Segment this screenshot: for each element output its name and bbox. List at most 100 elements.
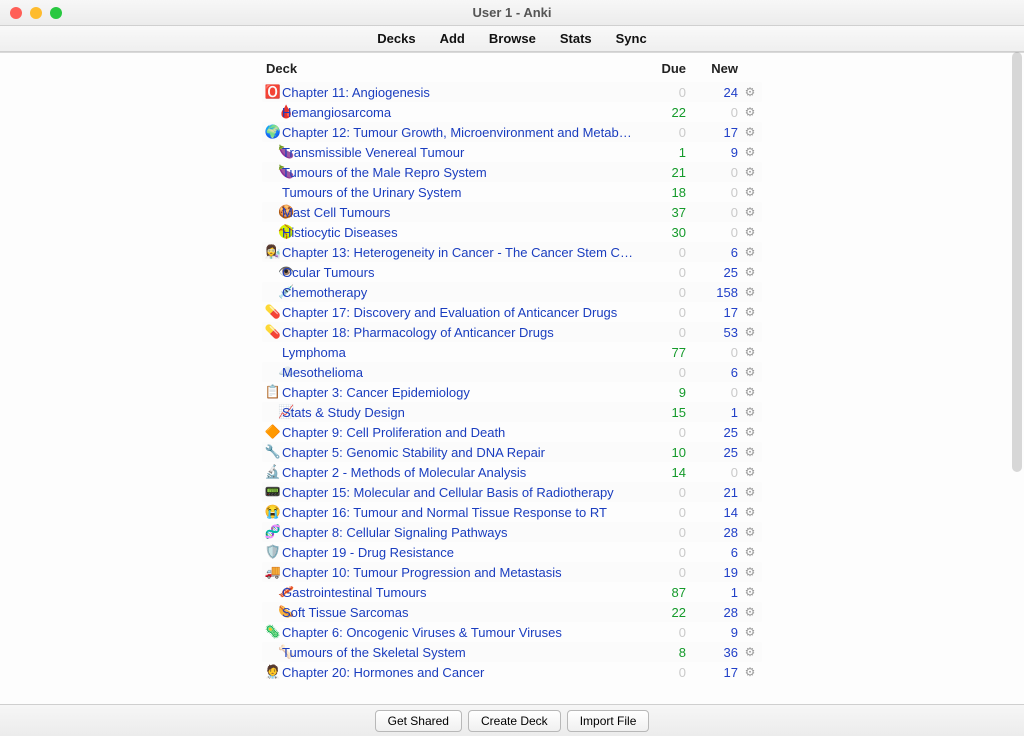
- deck-row[interactable]: 🔧Chapter 5: Genomic Stability and DNA Re…: [262, 442, 762, 462]
- deck-row[interactable]: 🌭Soft Tissue Sarcomas2228⚙: [262, 602, 762, 622]
- deck-name[interactable]: Chapter 18: Pharmacology of Anticancer D…: [282, 325, 634, 340]
- menu-decks[interactable]: Decks: [377, 31, 415, 46]
- deck-name[interactable]: Tumours of the Male Repro System: [282, 165, 634, 180]
- deck-name[interactable]: Chapter 3: Cancer Epidemiology: [282, 385, 634, 400]
- gear-icon[interactable]: ⚙: [738, 585, 762, 599]
- gear-icon[interactable]: ⚙: [738, 305, 762, 319]
- gear-icon[interactable]: ⚙: [738, 445, 762, 459]
- gear-icon[interactable]: ⚙: [738, 125, 762, 139]
- deck-row[interactable]: 📋Chapter 3: Cancer Epidemiology90⚙: [262, 382, 762, 402]
- deck-list-scroll[interactable]: Deck Due New 🅾️Chapter 11: Angiogenesis0…: [0, 52, 1024, 704]
- deck-row[interactable]: 💊Chapter 17: Discovery and Evaluation of…: [262, 302, 762, 322]
- deck-name[interactable]: Chapter 15: Molecular and Cellular Basis…: [282, 485, 634, 500]
- gear-icon[interactable]: ⚙: [738, 205, 762, 219]
- deck-row[interactable]: 💊Chapter 18: Pharmacology of Anticancer …: [262, 322, 762, 342]
- gear-icon[interactable]: ⚙: [738, 345, 762, 359]
- deck-name[interactable]: Chapter 17: Discovery and Evaluation of …: [282, 305, 634, 320]
- gear-icon[interactable]: ⚙: [738, 285, 762, 299]
- deck-row[interactable]: 👩‍🔬Chapter 13: Heterogeneity in Cancer -…: [262, 242, 762, 262]
- menu-add[interactable]: Add: [440, 31, 465, 46]
- deck-name[interactable]: Chapter 8: Cellular Signaling Pathways: [282, 525, 634, 540]
- deck-row[interactable]: 🍆Tumours of the Male Repro System210⚙: [262, 162, 762, 182]
- deck-name[interactable]: Mast Cell Tumours: [282, 205, 634, 220]
- deck-name[interactable]: Chapter 2 - Methods of Molecular Analysi…: [282, 465, 634, 480]
- gear-icon[interactable]: ⚙: [738, 485, 762, 499]
- deck-row[interactable]: Tumours of the Urinary System180⚙: [262, 182, 762, 202]
- deck-name[interactable]: Chapter 20: Hormones and Cancer: [282, 665, 634, 680]
- deck-row[interactable]: 🍪Mast Cell Tumours370⚙: [262, 202, 762, 222]
- deck-row[interactable]: 🧑‍⚕️Chapter 20: Hormones and Cancer017⚙: [262, 662, 762, 682]
- get-shared-button[interactable]: Get Shared: [375, 710, 462, 732]
- deck-row[interactable]: 📈Stats & Study Design151⚙: [262, 402, 762, 422]
- deck-name[interactable]: Chapter 5: Genomic Stability and DNA Rep…: [282, 445, 634, 460]
- deck-row[interactable]: 🥓Gastrointestinal Tumours871⚙: [262, 582, 762, 602]
- deck-row[interactable]: 🧬Chapter 8: Cellular Signaling Pathways0…: [262, 522, 762, 542]
- menu-sync[interactable]: Sync: [616, 31, 647, 46]
- deck-row[interactable]: Lymphoma770⚙: [262, 342, 762, 362]
- deck-name[interactable]: Stats & Study Design: [282, 405, 634, 420]
- gear-icon[interactable]: ⚙: [738, 545, 762, 559]
- deck-name[interactable]: Chapter 16: Tumour and Normal Tissue Res…: [282, 505, 634, 520]
- menu-browse[interactable]: Browse: [489, 31, 536, 46]
- gear-icon[interactable]: ⚙: [738, 225, 762, 239]
- deck-row[interactable]: 🩸Hemangiosarcoma220⚙: [262, 102, 762, 122]
- deck-name[interactable]: Chapter 13: Heterogeneity in Cancer - Th…: [282, 245, 634, 260]
- deck-row[interactable]: 🛡️Chapter 19 - Drug Resistance06⚙: [262, 542, 762, 562]
- gear-icon[interactable]: ⚙: [738, 245, 762, 259]
- gear-icon[interactable]: ⚙: [738, 265, 762, 279]
- deck-row[interactable]: 😭Chapter 16: Tumour and Normal Tissue Re…: [262, 502, 762, 522]
- deck-name[interactable]: Histiocytic Diseases: [282, 225, 634, 240]
- import-file-button[interactable]: Import File: [567, 710, 650, 732]
- deck-row[interactable]: 🦴Tumours of the Skeletal System836⚙: [262, 642, 762, 662]
- gear-icon[interactable]: ⚙: [738, 465, 762, 479]
- gear-icon[interactable]: ⚙: [738, 565, 762, 579]
- deck-row[interactable]: 🅾️Chapter 11: Angiogenesis024⚙: [262, 82, 762, 102]
- deck-row[interactable]: 📟Chapter 15: Molecular and Cellular Basi…: [262, 482, 762, 502]
- gear-icon[interactable]: ⚙: [738, 185, 762, 199]
- scrollbar-thumb[interactable]: [1012, 52, 1022, 472]
- deck-row[interactable]: 💉Chemotherapy0158⚙: [262, 282, 762, 302]
- create-deck-button[interactable]: Create Deck: [468, 710, 561, 732]
- gear-icon[interactable]: ⚙: [738, 505, 762, 519]
- menu-stats[interactable]: Stats: [560, 31, 592, 46]
- deck-name[interactable]: Chapter 9: Cell Proliferation and Death: [282, 425, 634, 440]
- deck-row[interactable]: 🦠Chapter 6: Oncogenic Viruses & Tumour V…: [262, 622, 762, 642]
- gear-icon[interactable]: ⚙: [738, 325, 762, 339]
- gear-icon[interactable]: ⚙: [738, 405, 762, 419]
- deck-row[interactable]: 🚚Chapter 10: Tumour Progression and Meta…: [262, 562, 762, 582]
- deck-name[interactable]: Chemotherapy: [282, 285, 634, 300]
- deck-name[interactable]: Chapter 19 - Drug Resistance: [282, 545, 634, 560]
- deck-name[interactable]: Gastrointestinal Tumours: [282, 585, 634, 600]
- deck-row[interactable]: 🌍Chapter 12: Tumour Growth, Microenviron…: [262, 122, 762, 142]
- gear-icon[interactable]: ⚙: [738, 425, 762, 439]
- deck-name[interactable]: Tumours of the Urinary System: [282, 185, 634, 200]
- gear-icon[interactable]: ⚙: [738, 525, 762, 539]
- deck-name[interactable]: Ocular Tumours: [282, 265, 634, 280]
- deck-name[interactable]: Soft Tissue Sarcomas: [282, 605, 634, 620]
- deck-name[interactable]: Hemangiosarcoma: [282, 105, 634, 120]
- gear-icon[interactable]: ⚙: [738, 385, 762, 399]
- deck-row[interactable]: 🍆Transmissible Venereal Tumour19⚙: [262, 142, 762, 162]
- gear-icon[interactable]: ⚙: [738, 645, 762, 659]
- deck-name[interactable]: Chapter 6: Oncogenic Viruses & Tumour Vi…: [282, 625, 634, 640]
- deck-row[interactable]: 🥎Histiocytic Diseases300⚙: [262, 222, 762, 242]
- deck-name[interactable]: Chapter 11: Angiogenesis: [282, 85, 634, 100]
- deck-name[interactable]: Transmissible Venereal Tumour: [282, 145, 634, 160]
- deck-row[interactable]: 👁️Ocular Tumours025⚙: [262, 262, 762, 282]
- deck-row[interactable]: 🔶Chapter 9: Cell Proliferation and Death…: [262, 422, 762, 442]
- gear-icon[interactable]: ⚙: [738, 625, 762, 639]
- deck-row[interactable]: 🔬Chapter 2 - Methods of Molecular Analys…: [262, 462, 762, 482]
- deck-row[interactable]: ☁️Mesothelioma06⚙: [262, 362, 762, 382]
- gear-icon[interactable]: ⚙: [738, 605, 762, 619]
- deck-name[interactable]: Lymphoma: [282, 345, 634, 360]
- gear-icon[interactable]: ⚙: [738, 665, 762, 679]
- gear-icon[interactable]: ⚙: [738, 165, 762, 179]
- gear-icon[interactable]: ⚙: [738, 85, 762, 99]
- gear-icon[interactable]: ⚙: [738, 145, 762, 159]
- deck-name[interactable]: Chapter 10: Tumour Progression and Metas…: [282, 565, 634, 580]
- deck-name[interactable]: Tumours of the Skeletal System: [282, 645, 634, 660]
- gear-icon[interactable]: ⚙: [738, 105, 762, 119]
- deck-name[interactable]: Mesothelioma: [282, 365, 634, 380]
- deck-name[interactable]: Chapter 12: Tumour Growth, Microenvironm…: [282, 125, 634, 140]
- gear-icon[interactable]: ⚙: [738, 365, 762, 379]
